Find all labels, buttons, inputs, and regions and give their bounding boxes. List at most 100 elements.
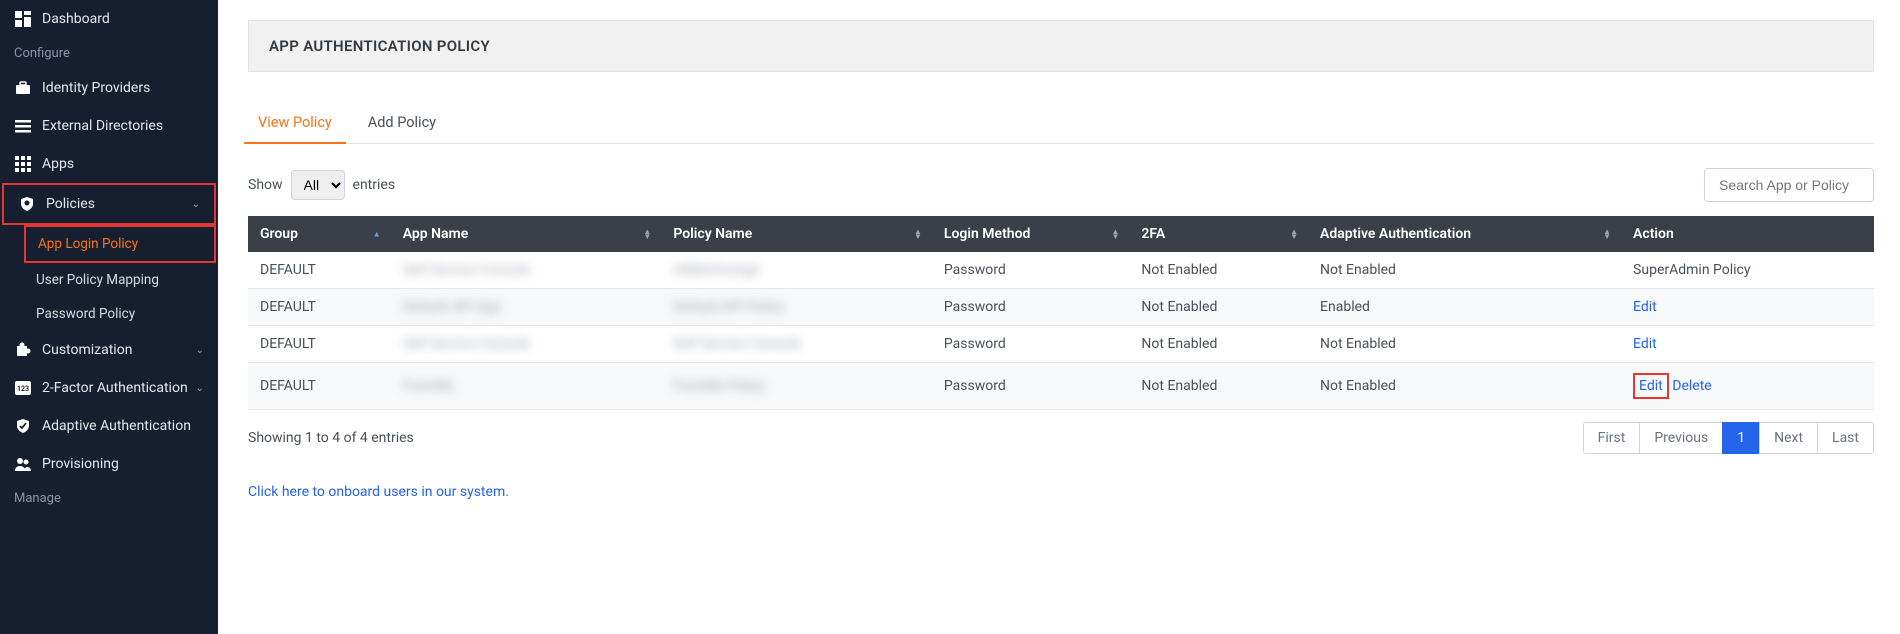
chevron-down-icon: ⌄ [196, 383, 204, 394]
table-controls: Show All entries [248, 168, 1874, 202]
entries-control: Show All entries [248, 170, 395, 200]
sidebar-item-policies[interactable]: Policies ⌄ [2, 183, 216, 225]
tab-view-policy[interactable]: View Policy [254, 106, 336, 143]
cell-action: Edit [1621, 289, 1874, 326]
col-login-method[interactable]: Login Method▲▼ [932, 216, 1130, 252]
grid-icon [14, 155, 32, 173]
cell-group: DEFAULT [248, 363, 391, 410]
cell-policy-name: x0MiniOrange [661, 252, 932, 289]
entries-select[interactable]: All [291, 170, 345, 200]
cell-2fa: Not Enabled [1129, 289, 1308, 326]
tabs: View Policy Add Policy [248, 106, 1874, 144]
sidebar-item-label: Identity Providers [42, 80, 150, 96]
onboard-link[interactable]: Click here to onboard users in our syste… [248, 484, 1874, 500]
sidebar-item-dashboard[interactable]: Dashboard [0, 0, 218, 38]
table-row: DEFAULTFormillaFormilla PolicyPasswordNo… [248, 363, 1874, 410]
search-box [1704, 168, 1874, 202]
cell-login-method: Password [932, 289, 1130, 326]
col-app-name[interactable]: App Name▲▼ [391, 216, 662, 252]
col-2fa[interactable]: 2FA▲▼ [1129, 216, 1308, 252]
col-adaptive[interactable]: Adaptive Authentication▲▼ [1308, 216, 1621, 252]
sort-icon: ▲▼ [1603, 229, 1611, 239]
action-edit[interactable]: Edit [1633, 373, 1669, 399]
cell-adaptive: Enabled [1308, 289, 1621, 326]
entries-label: entries [353, 177, 396, 193]
tab-add-policy[interactable]: Add Policy [364, 106, 440, 143]
sidebar-item-external-directories[interactable]: External Directories [0, 107, 218, 145]
col-action: Action [1621, 216, 1874, 252]
search-input[interactable] [1704, 168, 1874, 202]
table-row: DEFAULTSelf Service Consolex0MiniOrangeP… [248, 252, 1874, 289]
sidebar: Dashboard Configure Identity Providers E… [0, 0, 218, 634]
cell-adaptive: Not Enabled [1308, 363, 1621, 410]
cell-action: SuperAdmin Policy [1621, 252, 1874, 289]
sort-icon: ▲▼ [1290, 229, 1298, 239]
page-first[interactable]: First [1583, 422, 1641, 454]
sidebar-item-label: Adaptive Authentication [42, 418, 191, 434]
sidebar-item-2fa[interactable]: 123 2-Factor Authentication ⌄ [0, 369, 218, 407]
policy-table: Group▲ App Name▲▼ Policy Name▲▼ Login Me… [248, 216, 1874, 410]
sidebar-item-label: External Directories [42, 118, 163, 134]
col-policy-name[interactable]: Policy Name▲▼ [661, 216, 932, 252]
page-previous[interactable]: Previous [1639, 422, 1723, 454]
entries-show-label: Show [248, 177, 283, 193]
dashboard-icon [14, 10, 32, 28]
col-group[interactable]: Group▲ [248, 216, 391, 252]
page-title: APP AUTHENTICATION POLICY [248, 20, 1874, 72]
action-edit[interactable]: Edit [1633, 336, 1657, 352]
table-row: DEFAULTSelf Service ConsoleSelf Service … [248, 326, 1874, 363]
cell-policy-name: Self Service Console [661, 326, 932, 363]
sidebar-item-provisioning[interactable]: Provisioning [0, 445, 218, 483]
sidebar-item-apps[interactable]: Apps [0, 145, 218, 183]
sidebar-section-manage: Manage [0, 483, 218, 514]
cell-adaptive: Not Enabled [1308, 252, 1621, 289]
showing-text: Showing 1 to 4 of 4 entries [248, 430, 414, 446]
cell-policy-name: Default API Policy [661, 289, 932, 326]
cell-app-name: Self Service Console [391, 252, 662, 289]
cell-group: DEFAULT [248, 326, 391, 363]
page-next[interactable]: Next [1759, 422, 1818, 454]
sort-icon: ▲▼ [643, 229, 651, 239]
chevron-down-icon: ⌄ [192, 199, 200, 210]
cell-2fa: Not Enabled [1129, 252, 1308, 289]
sidebar-item-label: Dashboard [42, 11, 110, 27]
sidebar-item-label: Policies [46, 196, 95, 212]
table-row: DEFAULTDefault API AppDefault API Policy… [248, 289, 1874, 326]
action-superadmin: SuperAdmin Policy [1633, 262, 1750, 278]
cell-policy-name: Formilla Policy [661, 363, 932, 410]
sidebar-subitem-user-policy-mapping[interactable]: User Policy Mapping [0, 263, 218, 297]
action-delete[interactable]: Delete [1672, 378, 1711, 394]
sidebar-item-adaptive-auth[interactable]: Adaptive Authentication [0, 407, 218, 445]
action-edit[interactable]: Edit [1633, 299, 1657, 315]
sidebar-item-customization[interactable]: Customization ⌄ [0, 331, 218, 369]
cell-group: DEFAULT [248, 289, 391, 326]
cell-app-name: Formilla [391, 363, 662, 410]
page-last[interactable]: Last [1817, 422, 1874, 454]
cell-2fa: Not Enabled [1129, 326, 1308, 363]
sidebar-subitem-app-login-policy[interactable]: App Login Policy [24, 225, 216, 263]
cell-group: DEFAULT [248, 252, 391, 289]
sidebar-item-label: 2-Factor Authentication [42, 380, 188, 396]
briefcase-icon [14, 79, 32, 97]
cell-login-method: Password [932, 326, 1130, 363]
page-1[interactable]: 1 [1722, 422, 1760, 454]
shield-check-icon [14, 417, 32, 435]
cell-2fa: Not Enabled [1129, 363, 1308, 410]
sidebar-item-identity-providers[interactable]: Identity Providers [0, 69, 218, 107]
cell-login-method: Password [932, 252, 1130, 289]
policy-card: View Policy Add Policy Show All entries … [248, 82, 1874, 528]
sort-icon: ▲▼ [914, 229, 922, 239]
sort-icon: ▲ [373, 232, 381, 237]
shield-icon [18, 195, 36, 213]
main-content: APP AUTHENTICATION POLICY View Policy Ad… [218, 0, 1900, 634]
cell-app-name: Default API App [391, 289, 662, 326]
keypad-icon: 123 [14, 379, 32, 397]
sidebar-item-label: Provisioning [42, 456, 119, 472]
pagination: First Previous 1 Next Last [1583, 422, 1874, 454]
table-footer: Showing 1 to 4 of 4 entries First Previo… [248, 422, 1874, 454]
puzzle-icon [14, 341, 32, 359]
sidebar-item-label: Apps [42, 156, 74, 172]
sidebar-subitem-password-policy[interactable]: Password Policy [0, 297, 218, 331]
sidebar-item-label: Customization [42, 342, 132, 358]
cell-adaptive: Not Enabled [1308, 326, 1621, 363]
